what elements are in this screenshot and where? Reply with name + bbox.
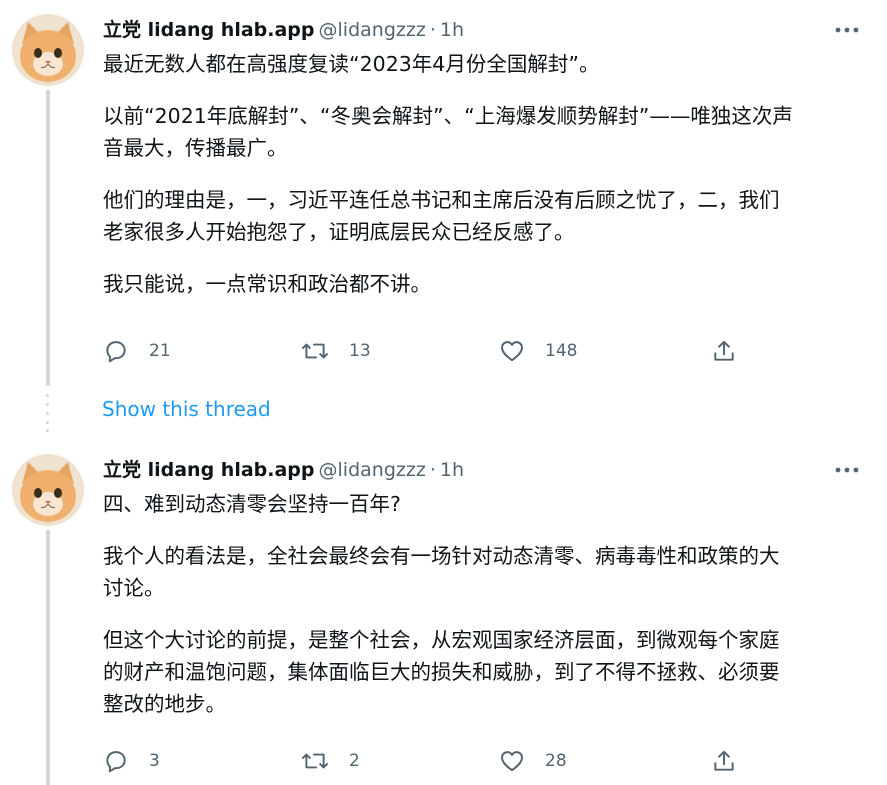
heart-icon bbox=[501, 341, 523, 362]
cat-avatar-icon bbox=[12, 454, 84, 526]
share-button[interactable] bbox=[711, 336, 737, 366]
retweet-count: 13 bbox=[349, 341, 371, 361]
share-icon bbox=[714, 340, 734, 361]
cat-avatar-icon bbox=[12, 14, 84, 86]
retweet-icon bbox=[301, 343, 329, 359]
reply-count: 21 bbox=[149, 341, 171, 361]
heart-icon bbox=[501, 751, 523, 772]
tweet-paragraph: 我个人的看法是，全社会最终会有一场针对动态清零、病毒毒性和政策的大 讨论。 bbox=[103, 544, 780, 600]
tweet-text: 四、难到动态清零会坚持一百年? 我个人的看法是，全社会最终会有一场针对动态清零、… bbox=[103, 488, 855, 740]
retweet-icon bbox=[301, 753, 329, 769]
reply-button[interactable]: 3 bbox=[103, 746, 160, 776]
reply-icon bbox=[106, 341, 126, 363]
like-button[interactable]: 28 bbox=[499, 746, 567, 776]
author-handle[interactable]: @lidangzzz bbox=[319, 19, 426, 41]
thread-gap-dots bbox=[46, 392, 50, 432]
avatar[interactable] bbox=[12, 454, 84, 526]
tweet-paragraph: 他们的理由是，一，习近平连任总书记和主席后没有后顾之忧了，二，我们 老家很多人开… bbox=[103, 188, 780, 244]
reply-button[interactable]: 21 bbox=[103, 336, 171, 366]
tweet-text: 最近无数人都在高强度复读“2023年4月份全国解封”。 以前“2021年底解封”… bbox=[103, 48, 855, 320]
show-thread-link[interactable]: Show this thread bbox=[102, 397, 271, 421]
share-icon bbox=[714, 750, 734, 771]
tweet-actions: 3 2 28 bbox=[103, 746, 763, 776]
tweet[interactable]: 立党 lidang hlab.app @lidangzzz · 1h 最近无数人都在高… bbox=[0, 0, 887, 386]
timestamp[interactable]: 1h bbox=[440, 459, 464, 481]
like-count: 28 bbox=[545, 751, 567, 771]
author-handle[interactable]: @lidangzzz bbox=[319, 459, 426, 481]
tweet-header: 立党 lidang hlab.app @lidangzzz · 1h bbox=[103, 457, 464, 483]
thread-line bbox=[46, 90, 50, 386]
tweet-header: 立党 lidang hlab.app @lidangzzz · 1h bbox=[103, 17, 464, 43]
retweet-count: 2 bbox=[349, 751, 360, 771]
like-count: 148 bbox=[545, 341, 578, 361]
tweet-paragraph: 四、难到动态清零会坚持一百年? bbox=[103, 492, 401, 516]
retweet-button[interactable]: 13 bbox=[301, 336, 371, 366]
tweet[interactable]: 立党 lidang hlab.app @lidangzzz · 1h 四、难到动态清零… bbox=[0, 438, 887, 785]
more-dots-icon[interactable] bbox=[832, 460, 862, 480]
tweet-paragraph: 我只能说，一点常识和政治都不讲。 bbox=[103, 272, 431, 296]
thread-line bbox=[46, 530, 50, 785]
reply-count: 3 bbox=[149, 751, 160, 771]
separator: · bbox=[429, 459, 436, 481]
separator: · bbox=[429, 19, 436, 41]
more-dots-icon[interactable] bbox=[832, 20, 862, 40]
like-button[interactable]: 148 bbox=[499, 336, 577, 366]
author-name[interactable]: 立党 lidang hlab.app bbox=[103, 19, 315, 41]
author-name[interactable]: 立党 lidang hlab.app bbox=[103, 459, 315, 481]
share-button[interactable] bbox=[711, 746, 737, 776]
timestamp[interactable]: 1h bbox=[440, 19, 464, 41]
tweet-paragraph: 但这个大讨论的前提，是整个社会，从宏观国家经济层面，到微观每个家庭 的财产和温饱… bbox=[103, 628, 780, 716]
tweet-actions: 21 13 148 bbox=[103, 336, 763, 366]
reply-icon bbox=[106, 751, 126, 773]
retweet-button[interactable]: 2 bbox=[301, 746, 360, 776]
tweet-paragraph: 以前“2021年底解封”、“冬奥会解封”、“上海爆发顺势解封”——唯独这次声 音… bbox=[103, 104, 793, 160]
tweet-paragraph: 最近无数人都在高强度复读“2023年4月份全国解封”。 bbox=[103, 52, 600, 76]
avatar[interactable] bbox=[12, 14, 84, 86]
